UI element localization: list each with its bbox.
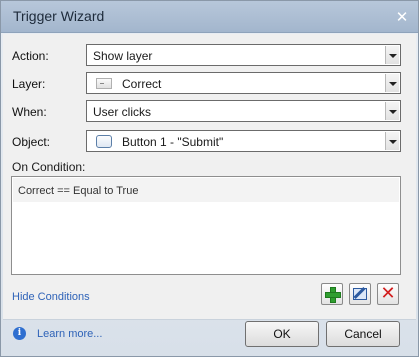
button-icon [96,135,112,148]
object-value: Button 1 - "Submit" [122,135,224,149]
chevron-down-icon[interactable] [385,102,399,120]
action-value: Show layer [93,49,153,63]
delete-condition-button[interactable]: ✕ [377,283,399,305]
condition-item[interactable]: Correct == Equal to True [13,178,399,202]
object-label: Object: [12,135,51,149]
conditions-list[interactable]: Correct == Equal to True [11,176,401,275]
hide-conditions-link[interactable]: Hide Conditions [12,291,90,303]
when-select[interactable]: User clicks [86,100,401,122]
chevron-down-icon[interactable] [385,74,399,92]
delete-icon: ✕ [380,283,396,304]
close-icon[interactable]: ✕ [394,9,410,25]
layer-label: Layer: [12,77,46,91]
layer-value: Correct [122,77,162,91]
info-icon: i [13,327,26,340]
object-select[interactable]: Button 1 - "Submit" [86,130,401,152]
action-select[interactable]: Show layer [86,44,401,66]
ok-button[interactable]: OK [245,321,319,347]
action-label: Action: [12,49,49,63]
edit-condition-button[interactable] [349,283,371,305]
learn-more-link[interactable]: Learn more... [37,328,102,340]
layer-icon [96,78,112,89]
on-condition-label: On Condition: [12,160,86,174]
cancel-button[interactable]: Cancel [326,321,400,347]
when-value: User clicks [93,105,152,119]
window-title: Trigger Wizard [13,8,105,24]
chevron-down-icon[interactable] [385,132,399,150]
chevron-down-icon[interactable] [385,46,399,64]
add-condition-button[interactable] [321,283,343,305]
footer-divider [3,319,416,320]
layer-select[interactable]: Correct [86,72,401,94]
title-bar: Trigger Wizard ✕ [1,1,418,33]
when-label: When: [12,105,47,119]
trigger-wizard-dialog: Trigger Wizard ✕ Action: Show layer Laye… [0,0,419,357]
